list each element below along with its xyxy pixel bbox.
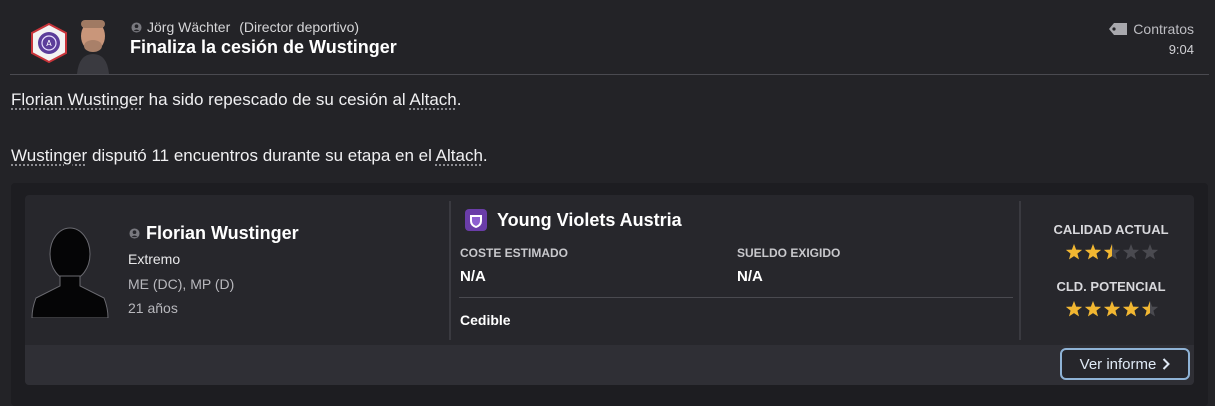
- current-ability-stars: [1065, 244, 1159, 260]
- header-divider: [10, 74, 1209, 75]
- potential-ability-stars: [1065, 301, 1159, 317]
- body-text: ha sido repescado de su cesión al: [143, 90, 410, 109]
- body-text-end: .: [456, 90, 462, 109]
- svg-text:A: A: [46, 39, 52, 48]
- player-silhouette-icon[interactable]: [28, 222, 112, 318]
- message-category: Contratos: [1109, 21, 1194, 37]
- sender-line: Jörg Wächter (Director deportivo): [131, 19, 359, 35]
- club-link[interactable]: Altach: [409, 90, 456, 109]
- body-text: disputó 11 encuentros durante su etapa e…: [87, 146, 436, 165]
- player-positions: ME (DC), MP (D): [128, 276, 235, 292]
- player-age: 21 años: [128, 300, 178, 316]
- current-ability-star-filled: [1084, 244, 1102, 260]
- message-subject: Finaliza la cesión de Wustinger: [130, 37, 397, 57]
- view-report-label: Ver informe: [1079, 355, 1157, 373]
- potential-ability-star-filled: [1122, 301, 1140, 317]
- sender-avatar[interactable]: [75, 14, 111, 74]
- current-ability-star-filled: [1065, 244, 1083, 260]
- view-report-button[interactable]: Ver informe: [1060, 348, 1190, 380]
- sender-role: (Director deportivo): [239, 19, 360, 35]
- message-time: 9:04: [1168, 42, 1194, 57]
- body-line-1: Florian Wustinger ha sido repescado de s…: [11, 90, 461, 110]
- club-badge-icon[interactable]: A: [29, 23, 69, 63]
- current-ability-label: CALIDAD ACTUAL: [1053, 222, 1169, 237]
- wage-value: N/A: [737, 268, 763, 285]
- card-divider: [1019, 201, 1021, 340]
- estimated-cost-value: N/A: [460, 268, 486, 285]
- estimated-cost-label: COSTE ESTIMADO: [460, 246, 569, 260]
- potential-ability-star-filled: [1065, 301, 1083, 317]
- potential-ability-label: CLD. POTENCIAL: [1056, 279, 1166, 294]
- person-icon: [131, 21, 142, 33]
- card-divider: [449, 201, 451, 340]
- tag-icon: [1109, 23, 1128, 35]
- category-label: Contratos: [1133, 21, 1194, 37]
- potential-ability-star-filled: [1103, 301, 1121, 317]
- player-role: Extremo: [128, 251, 181, 267]
- card-divider: [459, 297, 1013, 298]
- body-text-end: .: [482, 146, 488, 165]
- player-link[interactable]: Wustinger: [11, 146, 87, 165]
- current-ability-star-empty: [1122, 244, 1140, 260]
- player-link[interactable]: Florian Wustinger: [11, 90, 144, 109]
- potential-ability-star-filled: [1084, 301, 1102, 317]
- body-line-2: Wustinger disputó 11 encuentros durante …: [11, 146, 488, 166]
- player-name-text[interactable]: Florian Wustinger: [146, 223, 299, 244]
- wage-label: SUELDO EXIGIDO: [737, 246, 841, 260]
- sender-name[interactable]: Jörg Wächter: [147, 19, 230, 35]
- message-header: A Jörg Wächter (Director deportivo) Fina…: [0, 0, 1215, 74]
- player-card-footer: [25, 345, 1194, 385]
- chevron-right-icon: [1163, 358, 1171, 370]
- person-icon: [129, 228, 140, 239]
- team-badge-icon[interactable]: [465, 209, 487, 231]
- team-name[interactable]: Young Violets Austria: [497, 210, 682, 231]
- transfer-status: Cedible: [460, 312, 511, 328]
- current-ability-star-empty: [1141, 244, 1159, 260]
- club-link[interactable]: Altach: [436, 146, 483, 165]
- player-name[interactable]: Florian Wustinger: [129, 223, 299, 244]
